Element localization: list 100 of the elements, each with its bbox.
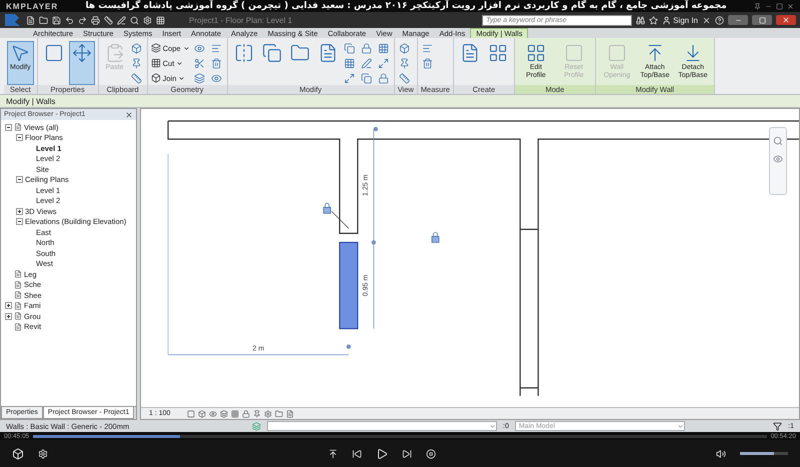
close-icon <box>782 16 790 24</box>
next-button[interactable] <box>402 448 412 458</box>
toolbar-icon[interactable] <box>143 16 152 24</box>
view-control-icon[interactable] <box>231 410 240 418</box>
expand-icon[interactable] <box>16 208 23 215</box>
filter-icon[interactable] <box>773 422 782 430</box>
close-button[interactable] <box>776 15 796 25</box>
toolbar-icon[interactable] <box>26 16 35 24</box>
tool-icon <box>194 72 206 84</box>
window-title: Project1 - Floor Plan: Level 1 <box>189 16 294 24</box>
tool-icon <box>150 73 161 83</box>
tool-icon <box>422 58 434 68</box>
settings-icon[interactable] <box>38 448 48 458</box>
tool-icon <box>131 42 142 54</box>
tool-icon <box>211 58 222 68</box>
help-icon[interactable] <box>715 16 724 24</box>
play-button[interactable] <box>376 448 388 460</box>
ribbon-icon-button[interactable] <box>210 56 224 70</box>
view-control-icon[interactable] <box>198 410 206 418</box>
ribbon-icon-button[interactable] <box>192 71 207 85</box>
view-control-icon[interactable] <box>275 410 284 418</box>
ribbon-icon-button[interactable] <box>376 71 391 85</box>
eject-button[interactable] <box>328 448 338 458</box>
tool-icon <box>344 72 356 84</box>
expand-icon[interactable] <box>5 312 12 320</box>
ribbon-icon-button[interactable] <box>342 41 357 55</box>
collapse-icon[interactable] <box>16 134 23 142</box>
star-icon[interactable] <box>649 16 658 24</box>
volume-slider[interactable] <box>740 452 788 455</box>
tool-icon <box>131 72 142 84</box>
ribbon-icon-button[interactable] <box>420 56 435 70</box>
maximize-button[interactable] <box>752 15 772 25</box>
ribbon-icon-button[interactable] <box>342 56 357 70</box>
collapse-icon[interactable] <box>16 218 23 226</box>
caret-icon <box>676 422 684 430</box>
toolbar-icon[interactable] <box>104 16 113 24</box>
view-control-icon[interactable] <box>253 410 262 418</box>
toolbar-icon[interactable] <box>156 16 165 24</box>
stop-button[interactable] <box>426 448 436 458</box>
node-icon <box>14 270 22 278</box>
ribbon-icon-button[interactable] <box>398 41 412 55</box>
maximize-icon <box>758 16 766 24</box>
zoom-icon[interactable] <box>773 136 783 146</box>
close-icon[interactable] <box>125 110 133 118</box>
ribbon-icon-button[interactable] <box>376 41 391 55</box>
tool-icon <box>194 42 206 54</box>
sign-in-button[interactable]: Sign In <box>662 16 698 24</box>
next-icon <box>402 448 412 458</box>
volume-icon[interactable] <box>716 448 726 458</box>
search-icon[interactable] <box>636 16 646 24</box>
pin-icon[interactable] <box>754 2 761 10</box>
tool-icon <box>344 58 356 68</box>
maximize-icon[interactable] <box>776 2 783 10</box>
selected-wall[interactable] <box>339 242 358 330</box>
collapse-icon[interactable] <box>5 124 12 131</box>
toolbar-icon[interactable] <box>65 16 74 24</box>
expand-icon[interactable] <box>5 302 12 310</box>
toolbar-icon[interactable] <box>39 16 48 24</box>
seek-bar[interactable] <box>33 434 767 438</box>
ribbon-icon-button[interactable] <box>360 71 374 85</box>
node-icon <box>14 280 22 289</box>
tool-icon <box>10 43 30 63</box>
tool-icon <box>150 58 161 68</box>
caret-icon <box>178 74 186 82</box>
view-icon[interactable] <box>773 154 783 164</box>
close-icon[interactable] <box>787 2 794 10</box>
tool-icon <box>44 43 64 63</box>
toolbar-icon[interactable] <box>91 16 100 24</box>
ribbon-icon-button[interactable] <box>398 71 412 85</box>
toolbar-icon[interactable] <box>52 16 61 24</box>
tool-icon <box>361 72 372 84</box>
ribbon-icon-button[interactable] <box>376 56 391 70</box>
lock-icon[interactable] <box>432 232 440 243</box>
ribbon-icon-button[interactable] <box>360 56 374 70</box>
toolbar-icon[interactable] <box>78 16 87 24</box>
view-control-icon[interactable] <box>187 410 196 418</box>
tool-icon <box>526 43 546 63</box>
tool-icon <box>361 58 372 68</box>
view-control-icon[interactable] <box>209 410 218 418</box>
tool-icon <box>262 43 282 63</box>
ribbon-icon-button[interactable] <box>342 71 357 85</box>
ribbon-icon-button[interactable] <box>130 71 144 85</box>
toolbar-icon[interactable] <box>117 16 126 24</box>
view-control-icon[interactable] <box>264 410 272 418</box>
toolbar-icon[interactable] <box>130 16 139 24</box>
tool-icon <box>422 42 434 54</box>
ribbon-icon-button[interactable] <box>130 41 144 55</box>
lock-icon[interactable] <box>323 202 331 214</box>
previous-button[interactable] <box>352 448 362 458</box>
view-control-icon[interactable] <box>242 410 250 418</box>
navigation-bar[interactable] <box>769 127 787 195</box>
view-control-icon[interactable] <box>220 410 228 418</box>
collapse-icon[interactable] <box>16 176 23 184</box>
tool-icon <box>606 43 627 63</box>
tool-icon <box>378 42 390 54</box>
view-control-icon[interactable] <box>286 410 294 418</box>
3d-icon[interactable] <box>12 448 24 460</box>
stop-icon <box>426 448 436 458</box>
ribbon-button[interactable] <box>68 41 95 85</box>
ribbon-icon-button[interactable] <box>360 41 374 55</box>
